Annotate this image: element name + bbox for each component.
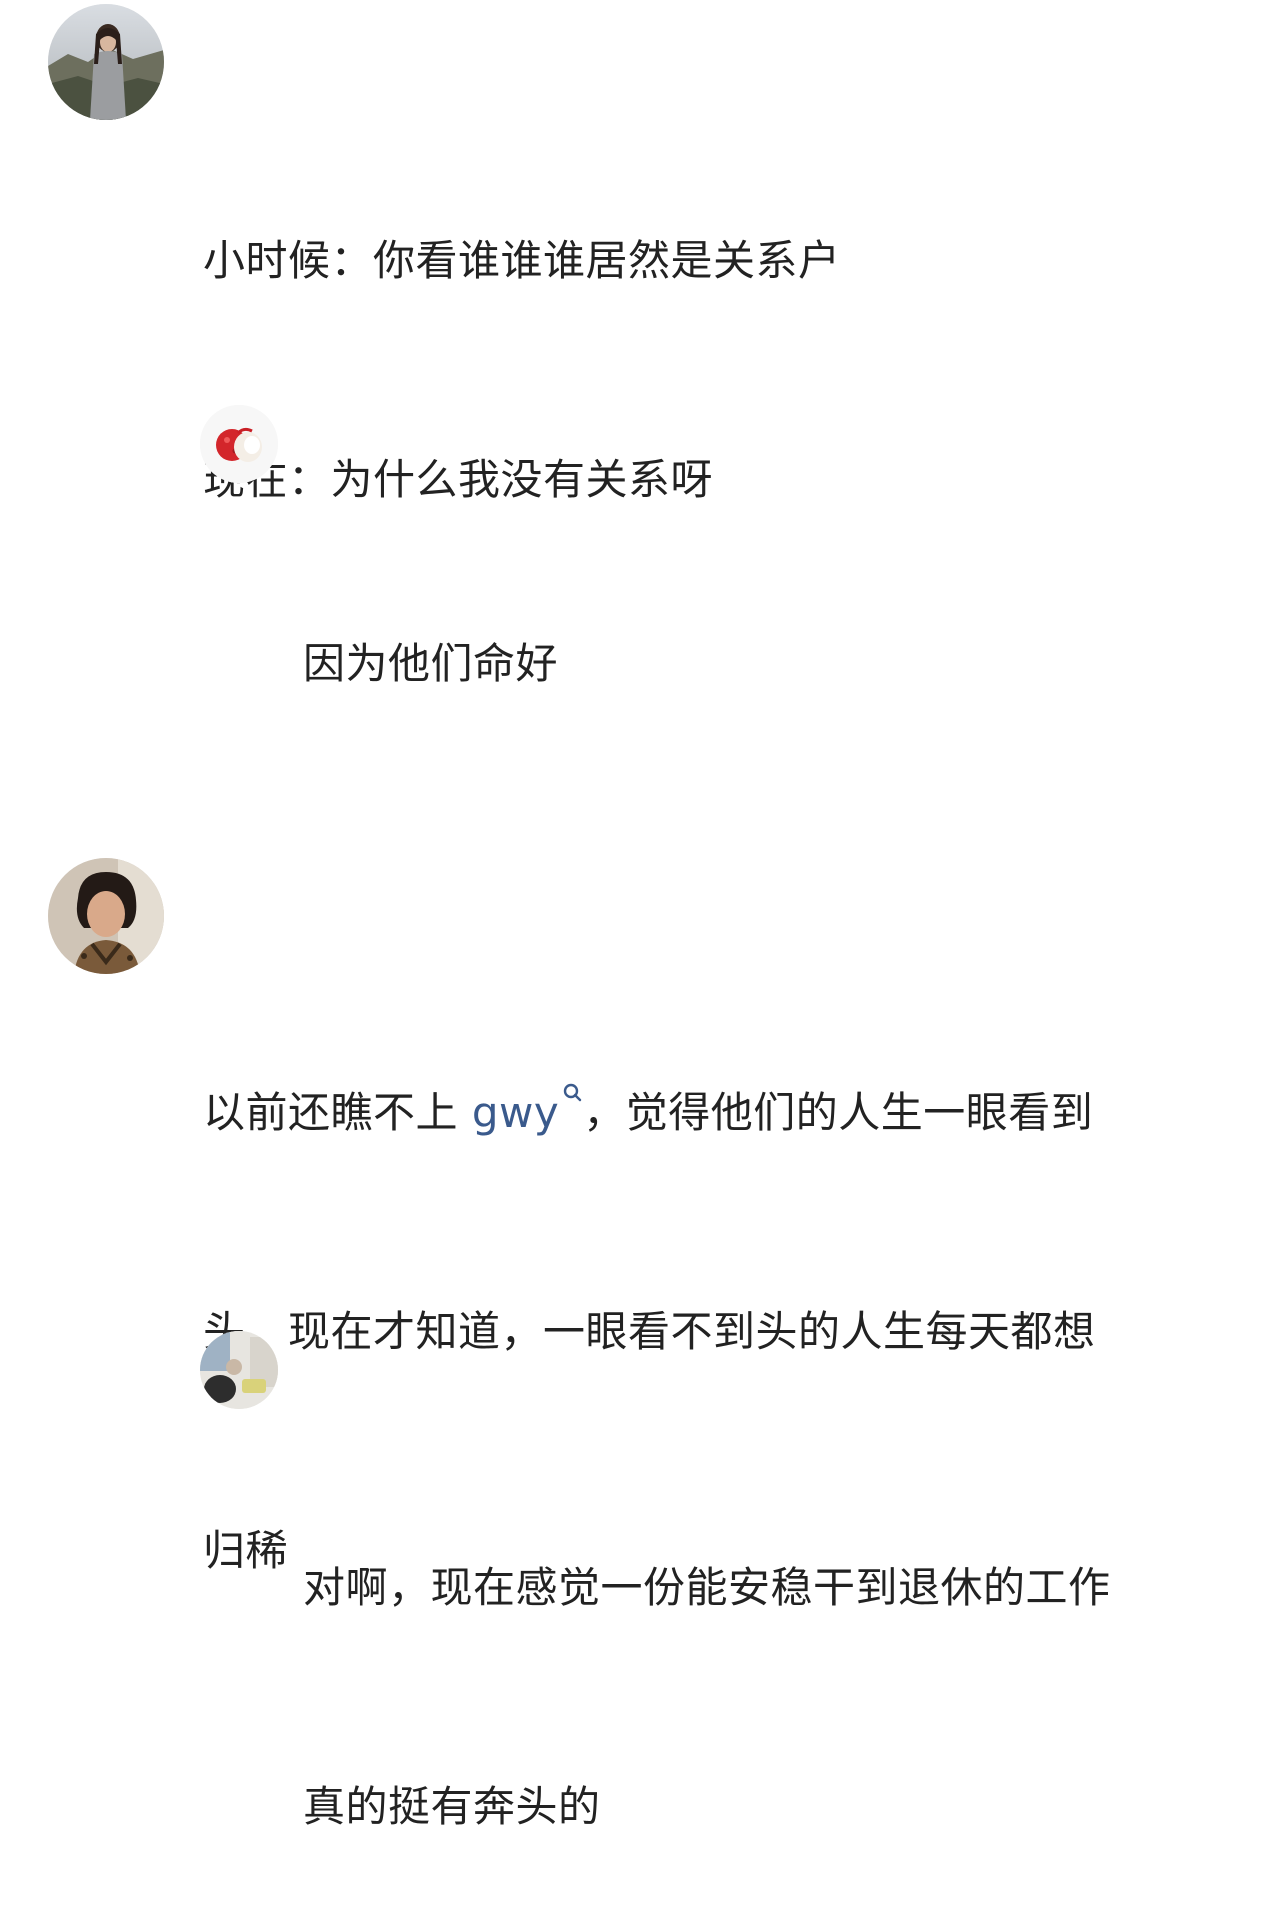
keyword-link-label[interactable]: gwy — [472, 1088, 559, 1137]
comment-line: 对啊，现在感觉一份能安稳干到退休的工作 — [303, 1563, 1111, 1612]
avatar[interactable] — [48, 858, 164, 974]
comment-line: 小时候：你看谁谁谁居然是关系户 — [203, 236, 841, 285]
comment-line: 因为他们命好 — [303, 639, 559, 688]
comment-text: 因为他们命好 — [303, 481, 1203, 773]
lychee-icon — [200, 405, 278, 483]
comment-line: 以前还瞧不上 gwy ，觉得他们的人生一眼看到 — [203, 1076, 1183, 1149]
comment-text-segment: ，觉得他们的人生一眼看到 — [583, 1088, 1094, 1137]
profile-photo-icon — [48, 858, 164, 974]
comment-text-segment: 以前还瞧不上 — [203, 1088, 472, 1137]
search-icon[interactable] — [561, 1081, 583, 1105]
comment-line: 真的挺有奔头的 — [303, 1782, 601, 1831]
profile-photo-icon — [200, 1331, 278, 1409]
profile-photo-icon — [48, 4, 164, 120]
comment-text: 对啊，现在感觉一份能安稳干到退休的工作 真的挺有奔头的 — [303, 1405, 1203, 1916]
keyword-link[interactable]: gwy — [472, 1083, 583, 1137]
avatar[interactable] — [200, 405, 278, 483]
avatar[interactable] — [200, 1331, 278, 1409]
avatar[interactable] — [48, 4, 164, 120]
comment-line: 头。现在才知道，一眼看不到头的人生每天都想 — [203, 1307, 1096, 1356]
